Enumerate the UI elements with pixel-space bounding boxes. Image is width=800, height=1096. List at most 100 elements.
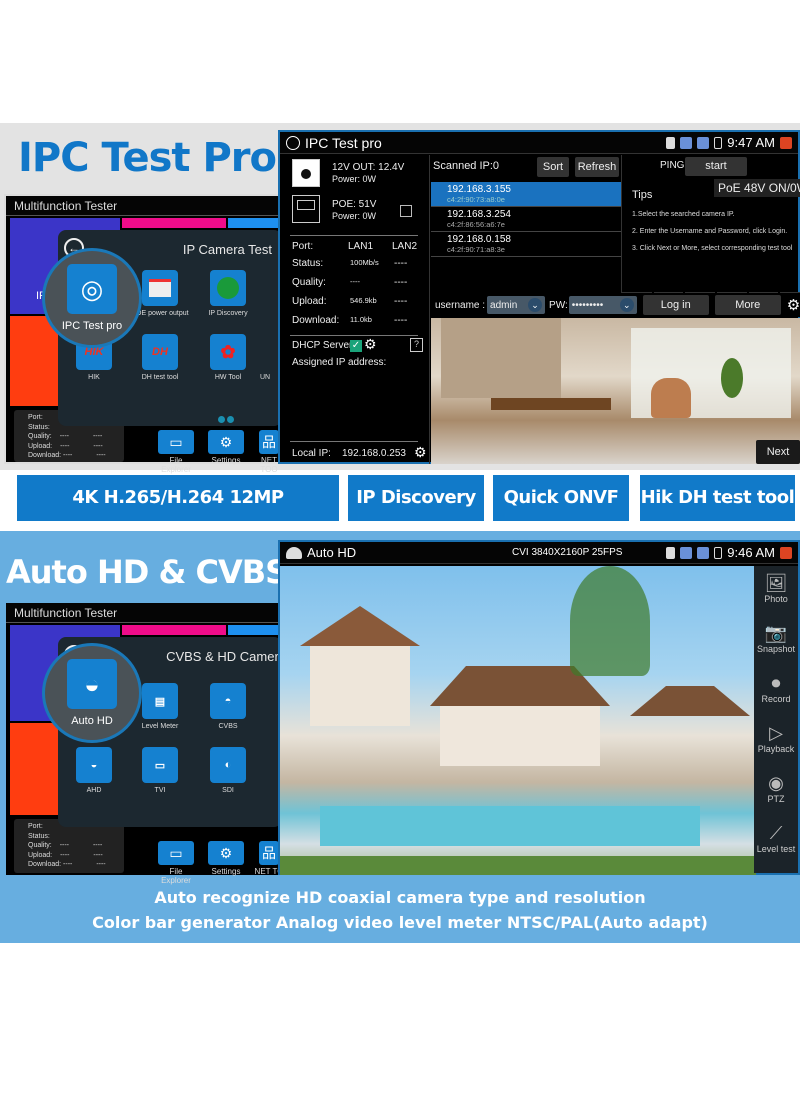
panel-title: IP Camera Test [182, 242, 272, 257]
app-label: CVBS [218, 723, 238, 730]
app-label: Level Meter [141, 723, 179, 730]
sd-card-icon [666, 136, 676, 149]
network-off-icon [680, 546, 693, 559]
port-info-panel: 12V OUT: 12.4V Power: 0W POE: 51V Power:… [280, 155, 430, 464]
section-title: Auto HD & CVBS [6, 553, 288, 591]
chevron-down-icon: ⌄ [619, 298, 634, 312]
ip-list-item[interactable]: 192.168.3.155 c4:2f:90:73:a8:0e [431, 182, 621, 207]
radar-icon[interactable] [210, 270, 246, 306]
status-bar: Auto HD CVI 3840X2160P 25FPS 9:46 AM [280, 542, 798, 564]
magnified-app-ipc-test-pro[interactable]: ◎ IPC Test pro [42, 248, 142, 348]
tile-pink[interactable] [122, 625, 226, 635]
ip-list-item[interactable]: 192.168.0.158 c4:2f:90:71:a8:3e [431, 232, 621, 257]
lan-port-icon [292, 195, 320, 223]
gear-icon[interactable]: ⚙ [414, 444, 427, 461]
username-select[interactable]: admin ⌄ [487, 296, 546, 314]
ip-list: 192.168.3.155 c4:2f:90:73:a8:0e 192.168.3… [431, 182, 621, 257]
video-preview [280, 566, 756, 875]
app-label: TVI [154, 787, 166, 794]
feature-badge: IP Discovery [348, 475, 484, 521]
clock: 9:47 AM [727, 135, 775, 150]
gear-icon[interactable]: ⚙ [787, 296, 800, 314]
more-button[interactable]: More [714, 295, 781, 315]
tile-blue[interactable] [228, 625, 282, 635]
caption-line: Auto recognize HD coaxial camera type an… [154, 888, 646, 907]
network-off-icon [697, 546, 710, 559]
launcher-header: Multifunction Tester [6, 196, 278, 216]
huawei-logo-icon[interactable]: ✿ [210, 334, 246, 370]
dhcp-checkbox[interactable]: ✓ [350, 340, 362, 352]
ptz-dome-icon[interactable]: ◓ [210, 683, 246, 719]
snapshot-button[interactable]: 📷 Snapshot [754, 616, 798, 666]
poe-checkbox[interactable] [400, 205, 412, 217]
feature-badge: Hik DH test tool [640, 475, 795, 521]
screen-title: Auto HD [307, 545, 357, 560]
tips-list: 1.Select the searched camera IP. 2. Ente… [632, 211, 793, 252]
login-bar: username : admin ⌄ PW: ••••••••• ⌄ Log in … [431, 293, 800, 317]
level-test-button[interactable]: ⟋ Level test [754, 816, 798, 866]
sort-button[interactable]: Sort [537, 157, 569, 177]
dhcp-server-label: DHCP Server: [292, 340, 356, 351]
sdi-camera-icon[interactable]: ◐ [210, 747, 246, 783]
feature-badge: 4K H.265/H.264 12MP 4000*3000P [17, 475, 339, 554]
section-title: IPC Test Pro [18, 135, 277, 181]
dome-camera-icon: ◒ [67, 659, 117, 709]
dome-camera-icon[interactable]: ◒ [76, 747, 112, 783]
close-icon[interactable] [780, 546, 792, 559]
screen-title: IPC Test pro [305, 134, 382, 151]
playback-button[interactable]: ▷ Playback [754, 716, 798, 766]
mini-port-stats: Port: Status: Quality: ---- ---- Upload:… [14, 819, 124, 873]
launcher-header: Multifunction Tester [6, 603, 278, 623]
play-icon: ▷ [769, 723, 783, 743]
record-button[interactable]: ⏺ Record [754, 666, 798, 716]
battery-icon [714, 546, 723, 559]
magnified-app-auto-hd[interactable]: ◒ Auto HD [42, 643, 142, 743]
dh-logo-icon[interactable]: DH [142, 334, 178, 370]
poe-status: PoE 48V ON/0W [714, 179, 800, 197]
photo-button[interactable]: 🖼 Photo [754, 566, 798, 616]
ping-start-button[interactable]: start [685, 157, 747, 176]
bullet-camera-icon[interactable]: ▭ [142, 747, 178, 783]
ipc-test-screen: IPC Test pro 9:47 AM 12V OUT: 12.4V Powe… [278, 130, 800, 464]
ipc-app-icon [286, 135, 300, 150]
gear-icon[interactable]: ⚙ [364, 336, 377, 353]
ptz-button[interactable]: ◉ PTZ [754, 766, 798, 816]
app-file-explorer[interactable]: ▭ File Explorer [154, 841, 198, 885]
password-select[interactable]: ••••••••• ⌄ [568, 296, 637, 314]
sd-card-icon [666, 546, 676, 559]
next-button[interactable]: Next [756, 440, 800, 464]
app-file-explorer[interactable]: ▭ File Explorer [154, 430, 198, 474]
feature-badge: Quick ONVF [493, 475, 629, 521]
refresh-button[interactable]: Refresh [575, 157, 619, 177]
caption-line: Color bar generator Analog video level m… [92, 913, 708, 932]
status-bar: IPC Test pro 9:47 AM [280, 132, 798, 154]
launcher-screen: Multifunction Tester Port: Status: Quali… [4, 601, 286, 885]
app-label: AHD [86, 787, 102, 794]
camera-preview: Next [431, 318, 800, 464]
level-test-icon: ⟋ [769, 823, 783, 843]
poe-icon[interactable] [142, 270, 178, 306]
app-label: HIK [88, 374, 100, 381]
chevron-down-icon: ⌄ [528, 298, 543, 312]
help-icon[interactable]: ? [410, 338, 423, 352]
tile-pink[interactable] [122, 218, 226, 228]
dome-camera-icon [286, 546, 302, 559]
login-button[interactable]: Log in [642, 295, 709, 315]
page-indicator [218, 410, 236, 428]
close-icon[interactable] [780, 136, 792, 149]
ip-list-item[interactable]: 192.168.3.254 c4:2f:86:56:a6:7e [431, 207, 621, 232]
camera-icon: 📷 [764, 623, 788, 643]
ptz-icon: ◉ [768, 773, 784, 793]
photo-icon: 🖼 [764, 573, 788, 593]
signal-info: CVI 3840X2160P 25FPS [512, 547, 623, 558]
side-menu: 🖼 Photo 📷 Snapshot ⏺ Record ▷ Playback ◉ PTZ … [754, 566, 798, 873]
ping-tips-panel: PING start PoE 48V ON/0W Tips 1.Select t… [621, 155, 800, 315]
app-settings[interactable]: ⚙ Settings [206, 430, 246, 465]
port-table: Port: LAN1 LAN2 Status: 100Mb/s ---- Quality… [292, 241, 418, 326]
app-settings[interactable]: ⚙ Settings [206, 841, 246, 876]
app-label: IP Discovery [208, 310, 248, 317]
local-ip-value: 192.168.0.253 [342, 448, 406, 459]
tile-blue[interactable] [228, 218, 282, 228]
launcher-screen: Multifunction Tester IP T Port: Status: … [4, 194, 282, 474]
level-meter-icon[interactable]: ▤ [142, 683, 178, 719]
